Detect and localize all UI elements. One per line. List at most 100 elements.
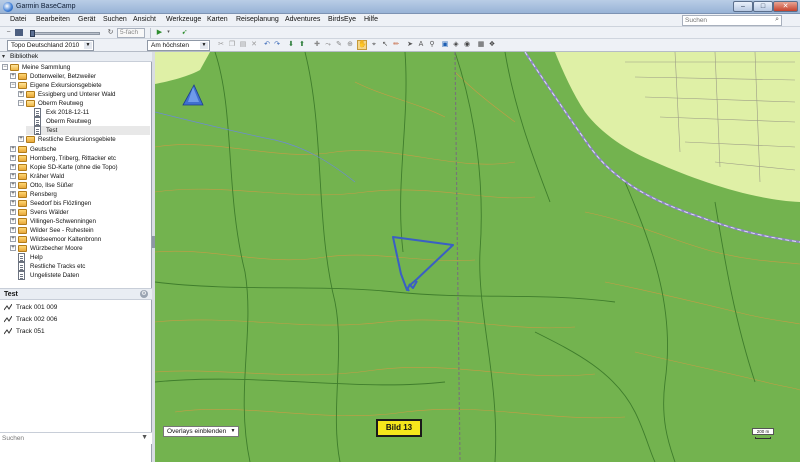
direction-icon[interactable]: ➤: [405, 40, 415, 50]
globe-view-icon[interactable]: ◉: [462, 40, 472, 50]
zoom-slider-knob[interactable]: [30, 30, 35, 37]
expand-icon[interactable]: +: [10, 155, 16, 161]
tree-node[interactable]: + Wildseemoor Kaltenbronn: [10, 235, 150, 244]
gear-icon[interactable]: ⚙: [140, 290, 148, 298]
expand-icon[interactable]: +: [10, 209, 16, 215]
map-view[interactable]: Overlays einblenden ▼ Bild 13 200 m: [155, 52, 800, 462]
cut-icon[interactable]: ✂: [216, 40, 226, 50]
minimize-button[interactable]: –: [733, 1, 753, 12]
tree-node[interactable]: + Villingen-Schwenningen: [10, 217, 150, 226]
dropdown-arrow-icon[interactable]: ▾: [164, 28, 173, 37]
expand-icon[interactable]: +: [18, 136, 24, 142]
filter-icon[interactable]: ⚲: [427, 40, 437, 50]
track-item[interactable]: Track 002 006: [0, 314, 152, 325]
menu-suchen[interactable]: Suchen: [103, 16, 127, 23]
tree-node[interactable]: Ungelistete Daten: [10, 271, 150, 280]
tree-node[interactable]: + Geutsche: [10, 145, 150, 154]
maximize-button[interactable]: □: [753, 1, 773, 12]
new-waypoint-icon[interactable]: ✚: [312, 40, 322, 50]
receive-from-device-icon[interactable]: ⬇: [286, 40, 296, 50]
tree-node[interactable]: + Würzbecher Moore: [10, 244, 150, 253]
delete-icon[interactable]: ✕: [249, 40, 259, 50]
select-tool-icon[interactable]: ⌖: [369, 40, 379, 50]
undo-icon[interactable]: ↶: [262, 40, 272, 50]
menu-birdseye[interactable]: BirdsEye: [328, 16, 356, 23]
expand-icon[interactable]: +: [10, 191, 16, 197]
grid-icon[interactable]: ▦: [476, 40, 486, 50]
menu-reiseplanung[interactable]: Reiseplanung: [236, 16, 279, 23]
redo-icon[interactable]: ↷: [272, 40, 282, 50]
expand-icon[interactable]: +: [10, 164, 16, 170]
collapse-triangle-icon[interactable]: ▾: [2, 53, 5, 60]
expand-icon[interactable]: +: [10, 173, 16, 179]
menu-werkzeuge[interactable]: Werkzeuge: [166, 16, 201, 23]
tree-node[interactable]: + Otto, Ilse Süßer: [10, 181, 150, 190]
tree-node[interactable]: − Eigene Exkursionsgebiete: [10, 81, 150, 90]
map-view-icon[interactable]: [15, 29, 23, 36]
menu-adventures[interactable]: Adventures: [285, 16, 320, 23]
search-icon[interactable]: ⌕: [775, 16, 779, 24]
collapse-icon[interactable]: −: [2, 64, 8, 70]
library-search-input[interactable]: [2, 434, 132, 443]
paste-icon[interactable]: ▤: [238, 40, 248, 50]
new-track-icon[interactable]: ✎: [334, 40, 344, 50]
ruler-icon[interactable]: ✏: [391, 40, 401, 50]
overlays-dropdown[interactable]: Overlays einblenden ▼: [163, 426, 239, 437]
pointer-icon[interactable]: ↖: [380, 40, 390, 50]
tree-node-selected[interactable]: Test: [26, 126, 150, 135]
expand-icon[interactable]: +: [10, 73, 16, 79]
menu-ansicht[interactable]: Ansicht: [133, 16, 156, 23]
play-icon[interactable]: ▶: [155, 28, 164, 37]
expand-icon[interactable]: +: [10, 245, 16, 251]
zoom-slider[interactable]: [30, 30, 100, 37]
collapse-icon[interactable]: −: [18, 100, 24, 106]
new-route-icon[interactable]: ⤳: [323, 40, 333, 50]
tree-node[interactable]: + Svens Wälder: [10, 208, 150, 217]
expand-icon[interactable]: +: [10, 227, 16, 233]
tree-node[interactable]: + Kräher Wald: [10, 172, 150, 181]
menu-datei[interactable]: Datei: [10, 16, 26, 23]
collapse-icon[interactable]: −: [10, 82, 16, 88]
track-item[interactable]: Track 051: [0, 326, 152, 337]
tree-node[interactable]: Oberm Reutweg: [26, 117, 150, 126]
track-item[interactable]: Track 001 009: [0, 302, 152, 313]
map-2d-icon[interactable]: ▣: [440, 40, 450, 50]
menu-bearbeiten[interactable]: Bearbeiten: [36, 16, 70, 23]
tree-node[interactable]: + Homberg, Triberg, Rittacker etc: [10, 154, 150, 163]
tree-node[interactable]: + Dottenweiler, Betzweiler: [10, 72, 150, 81]
expand-icon[interactable]: +: [10, 182, 16, 188]
expand-icon[interactable]: +: [10, 236, 16, 242]
tree-node[interactable]: + Rensberg: [10, 190, 150, 199]
zoom-multiplier-field[interactable]: 5-fach: [117, 28, 145, 38]
tree-node[interactable]: Help: [10, 253, 150, 262]
tree-node[interactable]: + Wilder See - Ruhestein: [10, 226, 150, 235]
expand-icon[interactable]: +: [10, 146, 16, 152]
expand-icon[interactable]: +: [18, 91, 24, 97]
tree-node[interactable]: + Essigberg und Unterer Wald: [18, 90, 150, 99]
tree-node[interactable]: − Oberm Reutweg: [18, 99, 150, 108]
tree-node[interactable]: Exk 2018-12-11: [26, 108, 150, 117]
text-tool-icon[interactable]: A: [416, 40, 426, 50]
tree-node[interactable]: − Meine Sammlung: [2, 63, 150, 72]
refresh-icon[interactable]: ↻: [106, 28, 115, 37]
menu-geraet[interactable]: Gerät: [78, 16, 96, 23]
measure-icon[interactable]: ⊕: [345, 40, 355, 50]
map-detail-select[interactable]: Am höchsten ▼: [147, 40, 210, 51]
zoom-out-icon[interactable]: −: [4, 28, 13, 37]
menu-hilfe[interactable]: Hilfe: [364, 16, 378, 23]
map-product-select[interactable]: Topo Deutschland 2010 ▼: [7, 40, 94, 51]
hand-tool-icon[interactable]: ✋: [357, 40, 367, 50]
layers-icon[interactable]: ❖: [487, 40, 497, 50]
send-to-device-icon[interactable]: ➹: [180, 28, 189, 37]
map-3d-icon[interactable]: ◈: [451, 40, 461, 50]
tree-node[interactable]: + Kopie SD-Karte (ohne die Topo): [10, 163, 150, 172]
tree-node[interactable]: + Seedorf bis Flözlingen: [10, 199, 150, 208]
copy-icon[interactable]: ❐: [227, 40, 237, 50]
expand-icon[interactable]: +: [10, 200, 16, 206]
expand-icon[interactable]: +: [10, 218, 16, 224]
send-device-icon[interactable]: ⬆: [297, 40, 307, 50]
filter-funnel-icon[interactable]: ▼: [141, 434, 148, 441]
close-button[interactable]: ✕: [773, 1, 798, 12]
library-header[interactable]: ▾ Bibliothek: [0, 52, 152, 62]
global-search-input[interactable]: [683, 16, 769, 25]
